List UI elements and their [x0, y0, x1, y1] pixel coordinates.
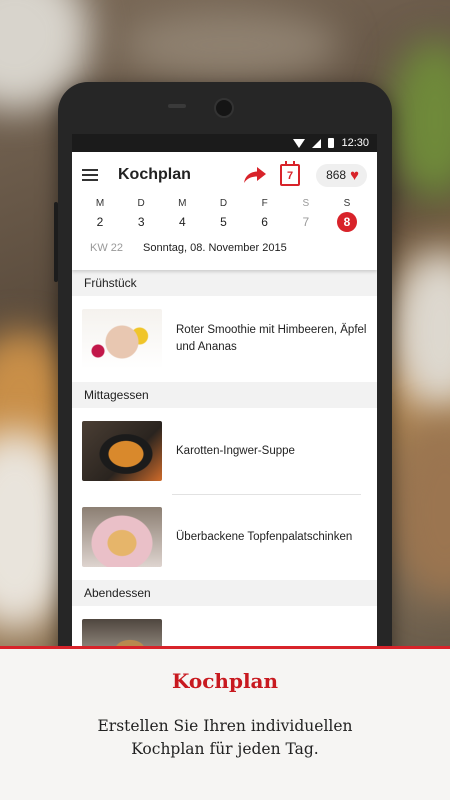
week-strip: M2D3M4D5F6S7S8 — [72, 198, 377, 232]
recipe-image-soup — [82, 421, 162, 481]
heart-icon: ♥ — [350, 166, 359, 184]
recipe-image-pancakes — [82, 507, 162, 567]
section-lunch: Mittagessen — [72, 382, 377, 408]
section-dinner: Abendessen — [72, 580, 377, 606]
calendar-week-label: KW 22 — [90, 242, 124, 254]
meal-list: Frühstück Roter Smoothie mit Himbeeren, … — [72, 270, 377, 692]
app-bar: Kochplan 7 868 ♥ M2D3M4D5F6S7S8 KW 22 So… — [72, 152, 377, 270]
day-letter: S — [343, 198, 351, 209]
recipe-item[interactable]: Roter Smoothie mit Himbeeren, Äpfel und … — [72, 296, 377, 382]
selected-date: Sonntag, 08. November 2015 — [143, 242, 287, 254]
day-0[interactable]: M2 — [89, 198, 111, 232]
day-1[interactable]: D3 — [130, 198, 152, 232]
share-icon[interactable] — [242, 164, 268, 186]
caption-text: Erstellen Sie Ihren individuellen Kochpl… — [0, 715, 450, 761]
phone-speaker — [168, 104, 186, 108]
day-letter: M — [95, 198, 105, 209]
day-number: 3 — [137, 215, 145, 229]
day-letter: F — [261, 198, 268, 209]
toolbar: Kochplan 7 868 ♥ — [72, 152, 377, 198]
calendar-icon[interactable]: 7 — [280, 161, 301, 186]
day-2[interactable]: M4 — [171, 198, 193, 232]
phone-frame: 12:30 Kochplan 7 868 ♥ M2D3M4D5F6S7S8 KW — [54, 82, 392, 702]
day-letter: M — [178, 198, 187, 209]
section-breakfast: Frühstück — [72, 270, 377, 296]
recipe-title: Karotten-Ingwer-Suppe — [176, 444, 295, 457]
favorites-badge[interactable]: 868 ♥ — [316, 163, 367, 187]
day-number: 5 — [220, 215, 227, 229]
page-title: Kochplan — [118, 166, 191, 183]
caption-line-2: Kochplan für jeden Tag. — [131, 740, 319, 758]
day-3[interactable]: D5 — [212, 198, 234, 232]
day-number: 6 — [261, 215, 268, 229]
day-letter: D — [219, 198, 228, 209]
recipe-image-smoothie — [82, 309, 162, 369]
day-5[interactable]: S7 — [295, 198, 317, 232]
phone-side-button — [54, 202, 58, 282]
date-row: KW 22 Sonntag, 08. November 2015 — [72, 232, 377, 254]
calendar-day: 7 — [287, 170, 294, 182]
day-6[interactable]: S8 — [336, 198, 358, 232]
app-screen: 12:30 Kochplan 7 868 ♥ M2D3M4D5F6S7S8 KW — [72, 134, 377, 702]
day-number: 7 — [302, 215, 310, 229]
recipe-title: Überbackene Topfenpalatschinken — [176, 530, 353, 543]
recipe-item[interactable]: Karotten-Ingwer-Suppe — [72, 408, 377, 494]
day-letter: S — [302, 198, 310, 209]
caption-line-1: Erstellen Sie Ihren individuellen — [97, 717, 353, 735]
day-number: 8 — [336, 212, 357, 232]
day-number: 4 — [178, 215, 186, 229]
day-letter: D — [137, 198, 145, 209]
day-4[interactable]: F6 — [254, 198, 276, 232]
recipe-item[interactable]: Überbackene Topfenpalatschinken — [72, 494, 377, 580]
promo-caption: Kochplan Erstellen Sie Ihren individuell… — [0, 646, 450, 800]
recipe-title: Roter Smoothie mit Himbeeren, Äpfel und … — [176, 324, 367, 353]
day-number: 2 — [96, 215, 104, 229]
caption-title: Kochplan — [171, 669, 279, 693]
wifi-icon — [293, 138, 306, 148]
status-bar: 12:30 — [72, 134, 377, 152]
menu-icon[interactable] — [82, 169, 98, 181]
favorites-count: 868 — [326, 168, 347, 182]
status-time: 12:30 — [341, 137, 369, 149]
phone-camera — [214, 98, 234, 118]
signal-icon — [312, 138, 322, 148]
battery-icon — [328, 138, 335, 148]
